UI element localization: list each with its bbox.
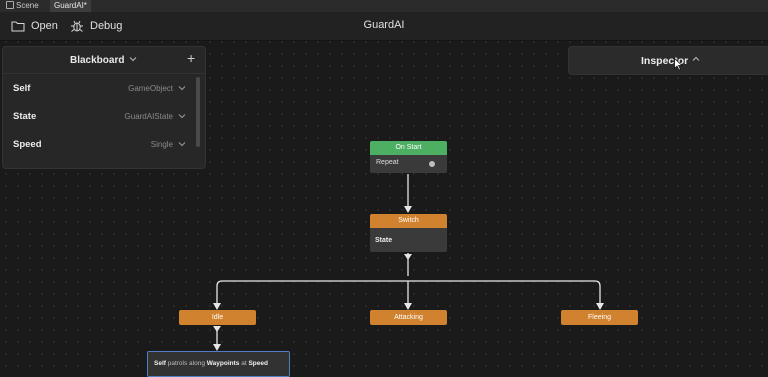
arrow-action bbox=[213, 344, 221, 351]
patrol-action-node[interactable]: Self patrols along Waypoints at Speed bbox=[147, 351, 290, 377]
node-title: On Start bbox=[370, 141, 447, 155]
repeat-label: Repeat bbox=[376, 159, 399, 166]
idle-node[interactable]: Idle bbox=[179, 310, 256, 325]
attacking-node[interactable]: Attacking bbox=[370, 310, 447, 325]
arrow-fleeing bbox=[596, 303, 604, 310]
arrow-switch bbox=[404, 206, 412, 213]
repeat-toggle[interactable] bbox=[429, 161, 435, 167]
switch-param: State bbox=[375, 237, 393, 244]
arrow-idle bbox=[213, 303, 221, 310]
node-title: Switch bbox=[370, 214, 447, 228]
node-body: State bbox=[370, 228, 447, 252]
on-start-node[interactable]: On Start Repeat bbox=[370, 141, 447, 173]
arrow-action-in bbox=[213, 326, 221, 332]
arrow-switch-out bbox=[404, 254, 412, 260]
node-body: Repeat bbox=[370, 155, 447, 173]
switch-node[interactable]: Switch State bbox=[370, 214, 447, 252]
fleeing-node[interactable]: Fleeing bbox=[561, 310, 638, 325]
arrow-attacking bbox=[404, 303, 412, 310]
action-text: Self patrols along Waypoints at Speed bbox=[154, 360, 268, 367]
